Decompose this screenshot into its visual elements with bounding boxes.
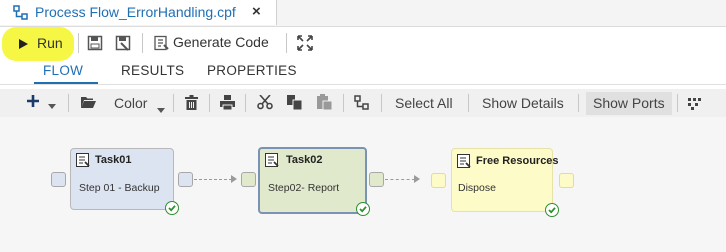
toolbar-divider xyxy=(381,94,382,112)
show-details-button[interactable]: Show Details xyxy=(482,95,564,111)
show-ports-button[interactable]: Show Ports xyxy=(586,92,672,115)
input-port[interactable] xyxy=(241,172,256,187)
plus-icon xyxy=(26,94,40,113)
node-label: Step 01 - Backup xyxy=(79,182,160,194)
run-label: Run xyxy=(37,35,63,51)
save-icon[interactable] xyxy=(87,35,103,56)
connection-arrow xyxy=(414,175,420,183)
toolbar-divider xyxy=(173,94,174,112)
tab-title: Process Flow_ErrorHandling.cpf xyxy=(35,4,236,20)
chevron-down-icon xyxy=(48,97,56,115)
output-port[interactable] xyxy=(369,172,384,187)
color-label: Color xyxy=(114,95,148,111)
toolbar-divider xyxy=(343,94,344,112)
node-task01[interactable]: Task01 Step 01 - Backup xyxy=(70,148,179,215)
toolbar-divider xyxy=(78,33,79,53)
copy-icon[interactable] xyxy=(287,95,303,115)
toolbar-divider xyxy=(68,94,69,112)
toolbar-divider xyxy=(245,94,246,112)
success-check-icon xyxy=(165,201,179,215)
show-ports-label: Show Ports xyxy=(593,95,665,111)
toolbar-divider xyxy=(677,94,678,112)
toolbar-divider xyxy=(578,94,579,112)
node-label: Step02- Report xyxy=(268,182,340,194)
connection-line xyxy=(194,179,232,180)
tab-flow[interactable]: FLOW xyxy=(43,63,83,78)
output-port[interactable] xyxy=(559,173,574,188)
node-title: Task01 xyxy=(95,154,132,166)
code-icon xyxy=(153,35,169,56)
cut-icon[interactable] xyxy=(257,94,273,115)
connect-nodes-icon[interactable] xyxy=(354,95,370,116)
select-all-button[interactable]: Select All xyxy=(395,95,453,111)
task-icon xyxy=(265,153,279,172)
close-icon[interactable]: × xyxy=(252,3,261,20)
process-flow-icon xyxy=(13,5,29,26)
input-port[interactable] xyxy=(51,172,66,187)
success-check-icon xyxy=(356,202,370,216)
delete-icon[interactable] xyxy=(185,95,198,115)
output-port[interactable] xyxy=(178,172,193,187)
toolbar-divider xyxy=(468,94,469,112)
node-title: Free Resources xyxy=(476,155,559,167)
connection-line xyxy=(385,179,415,180)
active-tab-indicator xyxy=(34,82,98,84)
expand-icon[interactable] xyxy=(297,35,313,56)
layout-icon[interactable] xyxy=(688,97,704,115)
print-icon[interactable] xyxy=(220,95,235,115)
tab-process-flow[interactable]: Process Flow_ErrorHandling.cpf × xyxy=(0,0,277,25)
play-icon xyxy=(18,37,29,55)
task-icon xyxy=(76,153,90,172)
tab-properties[interactable]: PROPERTIES xyxy=(207,63,297,78)
task-icon xyxy=(457,154,471,173)
generate-code-label: Generate Code xyxy=(173,34,269,50)
node-free-resources[interactable]: Free Resources Dispose xyxy=(451,148,559,217)
toolbar-divider xyxy=(286,33,287,53)
input-port[interactable] xyxy=(431,173,446,188)
open-folder-icon[interactable] xyxy=(80,95,97,114)
node-title: Task02 xyxy=(286,154,323,166)
toolbar-divider xyxy=(142,33,143,53)
toolbar-divider xyxy=(209,94,210,112)
connection-arrow xyxy=(231,175,237,183)
node-task02[interactable]: Task02 Step02- Report xyxy=(258,147,370,216)
paste-icon[interactable] xyxy=(317,94,333,115)
success-check-icon xyxy=(545,203,559,217)
subtabs-divider xyxy=(0,84,726,85)
tab-results[interactable]: RESULTS xyxy=(121,63,184,78)
save-as-icon[interactable] xyxy=(115,35,131,56)
node-label: Dispose xyxy=(458,182,496,194)
